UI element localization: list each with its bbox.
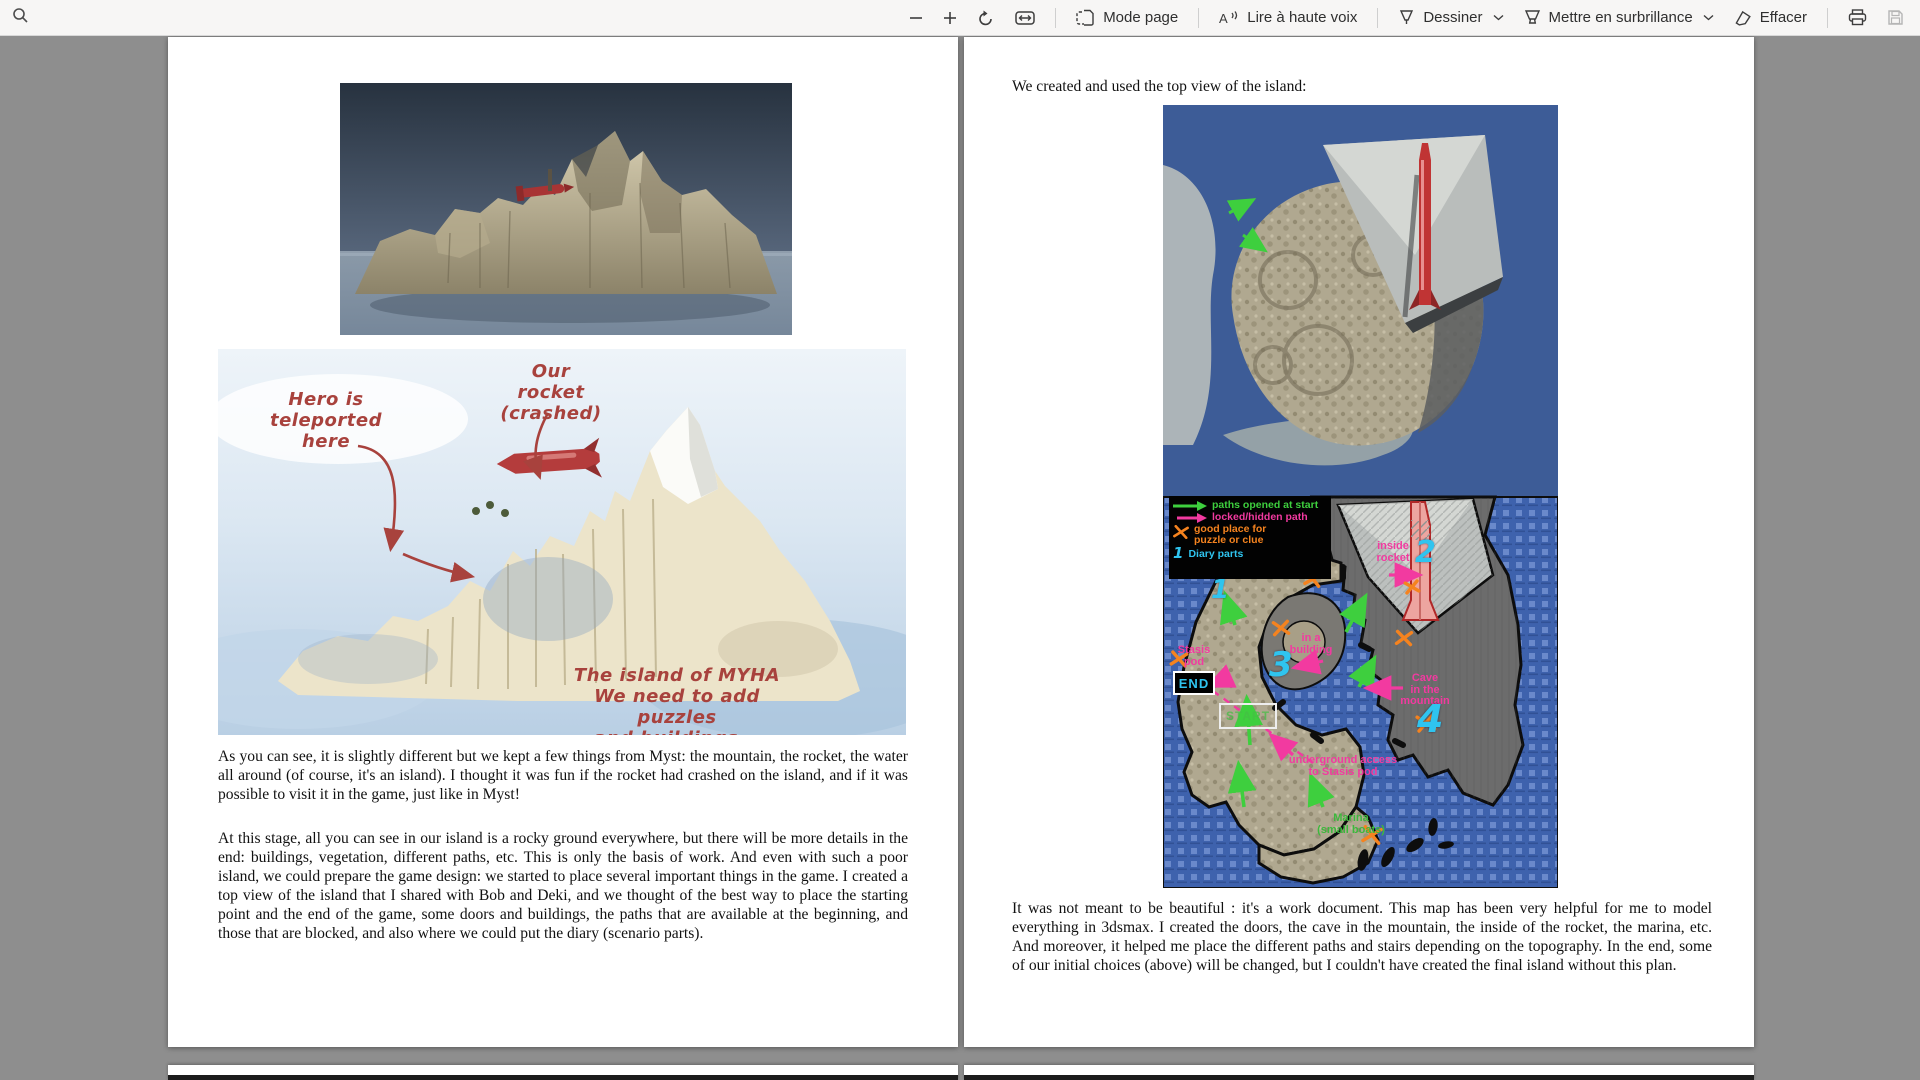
- chevron-down-icon[interactable]: [1703, 14, 1714, 21]
- eraser-icon: [1734, 10, 1752, 26]
- magenta-arrow-icon: [1173, 513, 1207, 523]
- read-aloud-label: Lire à haute voix: [1247, 9, 1357, 26]
- fit-width-icon[interactable]: [1015, 10, 1035, 26]
- orange-x-icon: [1173, 525, 1189, 539]
- toolbar-separator: [1055, 8, 1056, 28]
- paragraph: As you can see, it is slightly different…: [218, 747, 908, 804]
- search-icon[interactable]: [12, 7, 29, 28]
- map-label-inside-rocket: inside rocket: [1367, 541, 1419, 564]
- page-mode-label: Mode page: [1103, 9, 1178, 26]
- map-number-3: 3: [1269, 645, 1293, 685]
- read-aloud-icon: A: [1219, 10, 1239, 26]
- legend-label: good place for puzzle or clue: [1194, 524, 1266, 546]
- map-number-4: 4: [1417, 697, 1443, 741]
- highlight-button[interactable]: Mettre en surbrillance: [1524, 9, 1714, 26]
- toolbar-separator: [1827, 8, 1828, 28]
- rotate-icon[interactable]: [977, 9, 995, 27]
- diary-number-icon: 1: [1173, 547, 1183, 560]
- toolbar-separator: [1198, 8, 1199, 28]
- print-button[interactable]: [1848, 9, 1867, 26]
- map-number-2: 2: [1415, 535, 1436, 570]
- draw-pen-icon: [1398, 9, 1415, 26]
- annotation-island-note: The island of MYHA We need to add puzzle…: [557, 665, 797, 735]
- map-end-box: END: [1173, 671, 1215, 695]
- legend-label: locked/hidden path: [1212, 512, 1308, 523]
- next-page-preview: [964, 1065, 1754, 1080]
- toolbar-separator: [1377, 8, 1378, 28]
- pdf-page-left: Hero is teleported here Our rocket (cras…: [168, 37, 958, 1047]
- erase-label: Effacer: [1760, 9, 1807, 26]
- legend-label: Diary parts: [1188, 549, 1243, 560]
- green-arrow-icon: [1173, 501, 1207, 511]
- svg-text:A: A: [1219, 11, 1228, 26]
- highlighter-icon: [1524, 9, 1541, 26]
- highlight-label: Mettre en surbrillance: [1549, 9, 1693, 26]
- draw-button[interactable]: Dessiner: [1398, 9, 1503, 26]
- map-label-underground: underground access to Stasis pod: [1273, 755, 1413, 778]
- annotation-hero: Hero is teleported here: [236, 389, 416, 452]
- paragraph: We created and used the top view of the …: [1012, 77, 1712, 96]
- paragraph: It was not meant to be beautiful : it's …: [1012, 899, 1712, 975]
- island-sketch-image: Hero is teleported here Our rocket (cras…: [218, 349, 906, 735]
- erase-button[interactable]: Effacer: [1734, 9, 1807, 26]
- map-label-stasis-pod: Stasis pod: [1171, 645, 1217, 668]
- paragraph: At this stage, all you can see in our is…: [218, 829, 908, 943]
- read-aloud-button[interactable]: A Lire à haute voix: [1219, 9, 1357, 26]
- chevron-down-icon[interactable]: [1493, 14, 1504, 21]
- legend-label: paths opened at start: [1212, 500, 1318, 511]
- zoom-in-button[interactable]: [943, 11, 957, 25]
- pdf-toolbar: Mode page A Lire à haute voix Dessiner M…: [0, 0, 1920, 36]
- next-page-preview: [168, 1065, 958, 1080]
- map-start-box: START: [1219, 703, 1277, 729]
- map-label-marina: Marina (small boats): [1311, 813, 1391, 836]
- annotation-rocket: Our rocket (crashed): [496, 361, 606, 424]
- pdf-page-right: We created and used the top view of the …: [964, 37, 1754, 1047]
- draw-label: Dessiner: [1423, 9, 1482, 26]
- page-mode-button[interactable]: Mode page: [1076, 9, 1178, 26]
- save-button: [1887, 9, 1904, 26]
- map-legend: paths opened at start locked/hidden path…: [1169, 496, 1331, 579]
- page-mode-icon: [1076, 9, 1095, 26]
- zoom-out-button[interactable]: [909, 11, 923, 25]
- map-number-1: 1: [1211, 575, 1229, 605]
- island-render-image: [340, 83, 792, 335]
- top-view-map-image: paths opened at start locked/hidden path…: [1163, 105, 1558, 888]
